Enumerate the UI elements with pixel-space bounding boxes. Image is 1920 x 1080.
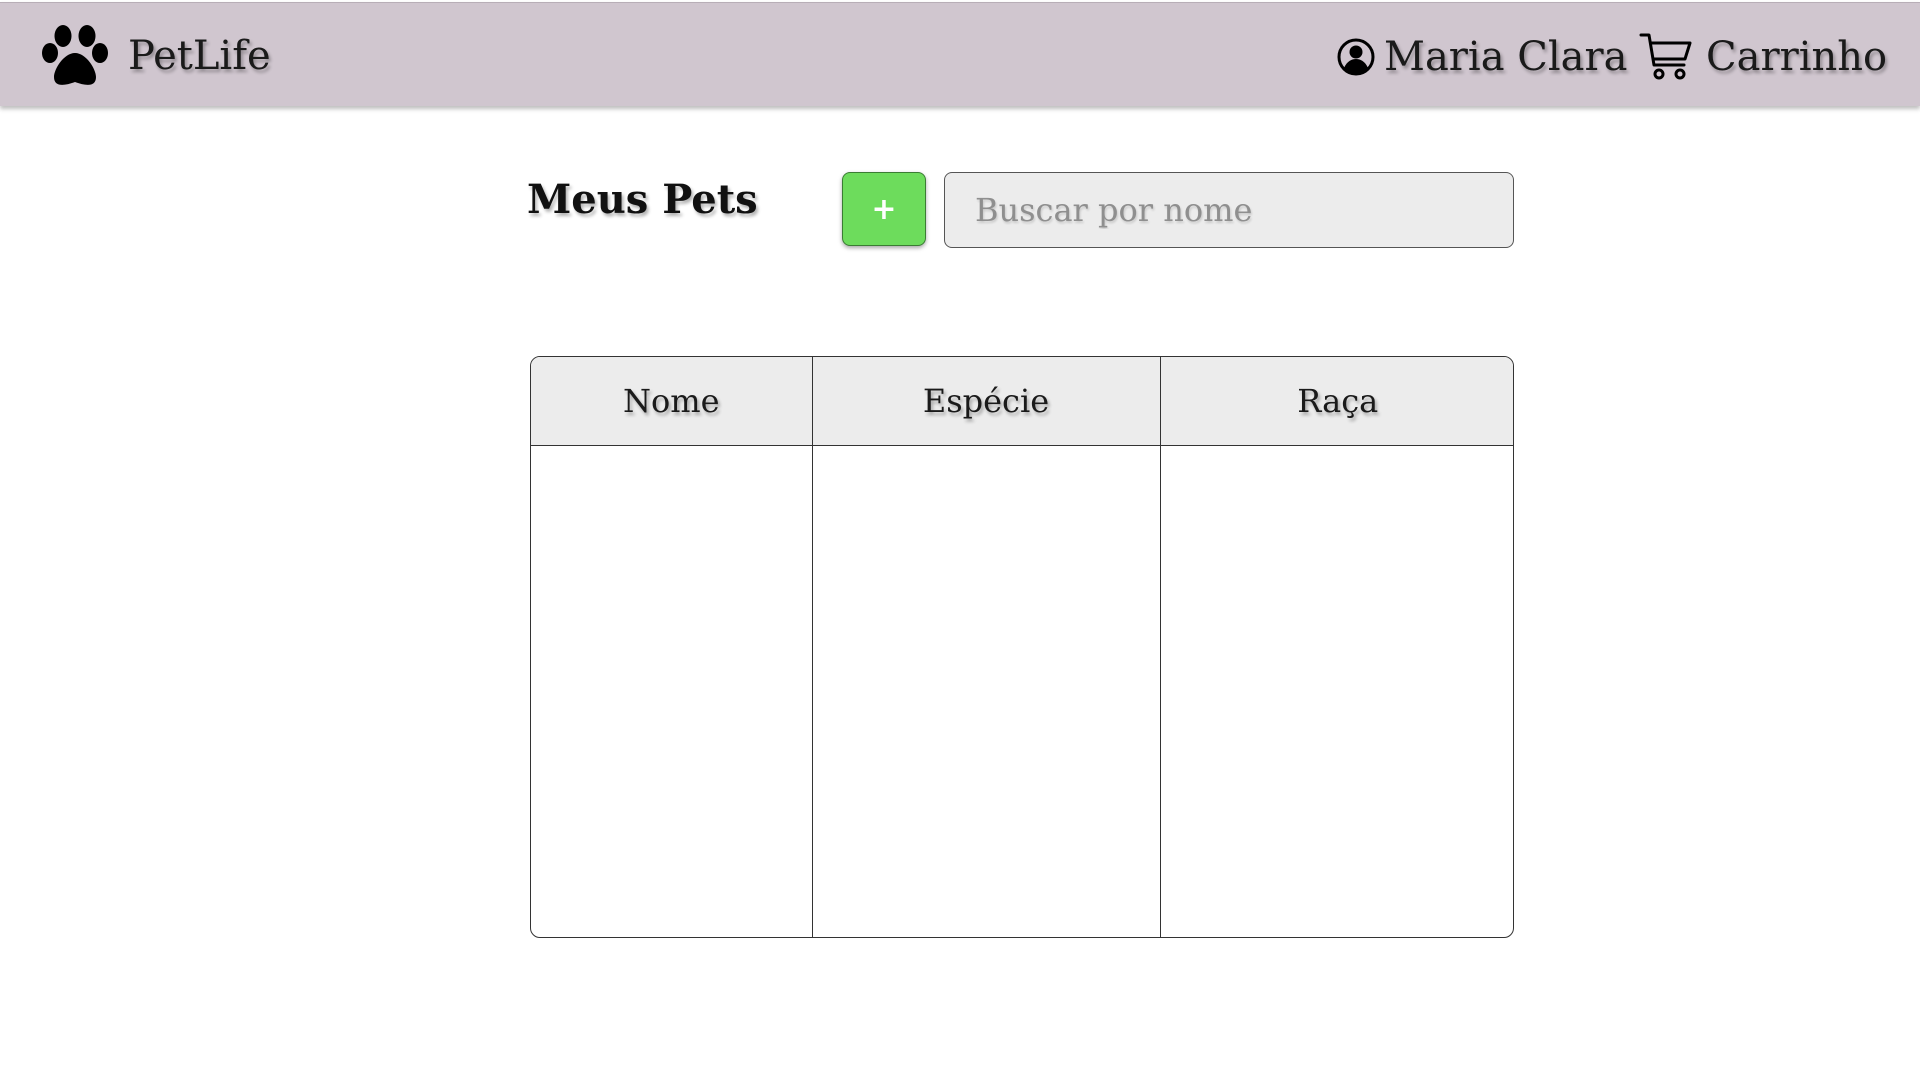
pets-table: Nome Espécie Raça: [530, 356, 1514, 938]
brand-logo[interactable]: PetLife: [40, 23, 271, 89]
user-name: Maria Clara: [1384, 34, 1628, 80]
column-header-raca[interactable]: Raça: [1160, 357, 1513, 446]
user-circle-icon: [1337, 38, 1375, 76]
table-cell: [812, 445, 1161, 937]
cart-icon: [1639, 33, 1692, 80]
cart-label: Carrinho: [1706, 34, 1888, 80]
column-header-especie[interactable]: Espécie: [812, 357, 1161, 446]
search-input[interactable]: [944, 172, 1514, 248]
table-cell: [531, 445, 813, 937]
paw-icon: [42, 25, 108, 85]
brand-name: PetLife: [128, 33, 271, 79]
top-navbar: PetLife Maria Clara Carrinho: [0, 2, 1920, 106]
page-title: Meus Pets: [527, 176, 758, 223]
table-cell: [1160, 445, 1513, 937]
column-header-nome[interactable]: Nome: [531, 357, 813, 446]
user-menu[interactable]: Maria Clara: [1336, 37, 1628, 77]
add-pet-button[interactable]: +: [842, 172, 926, 246]
cart-link[interactable]: Carrinho: [1638, 29, 1887, 85]
table-header-row: Nome Espécie Raça: [531, 357, 1513, 446]
table-body-empty: [531, 445, 1513, 937]
